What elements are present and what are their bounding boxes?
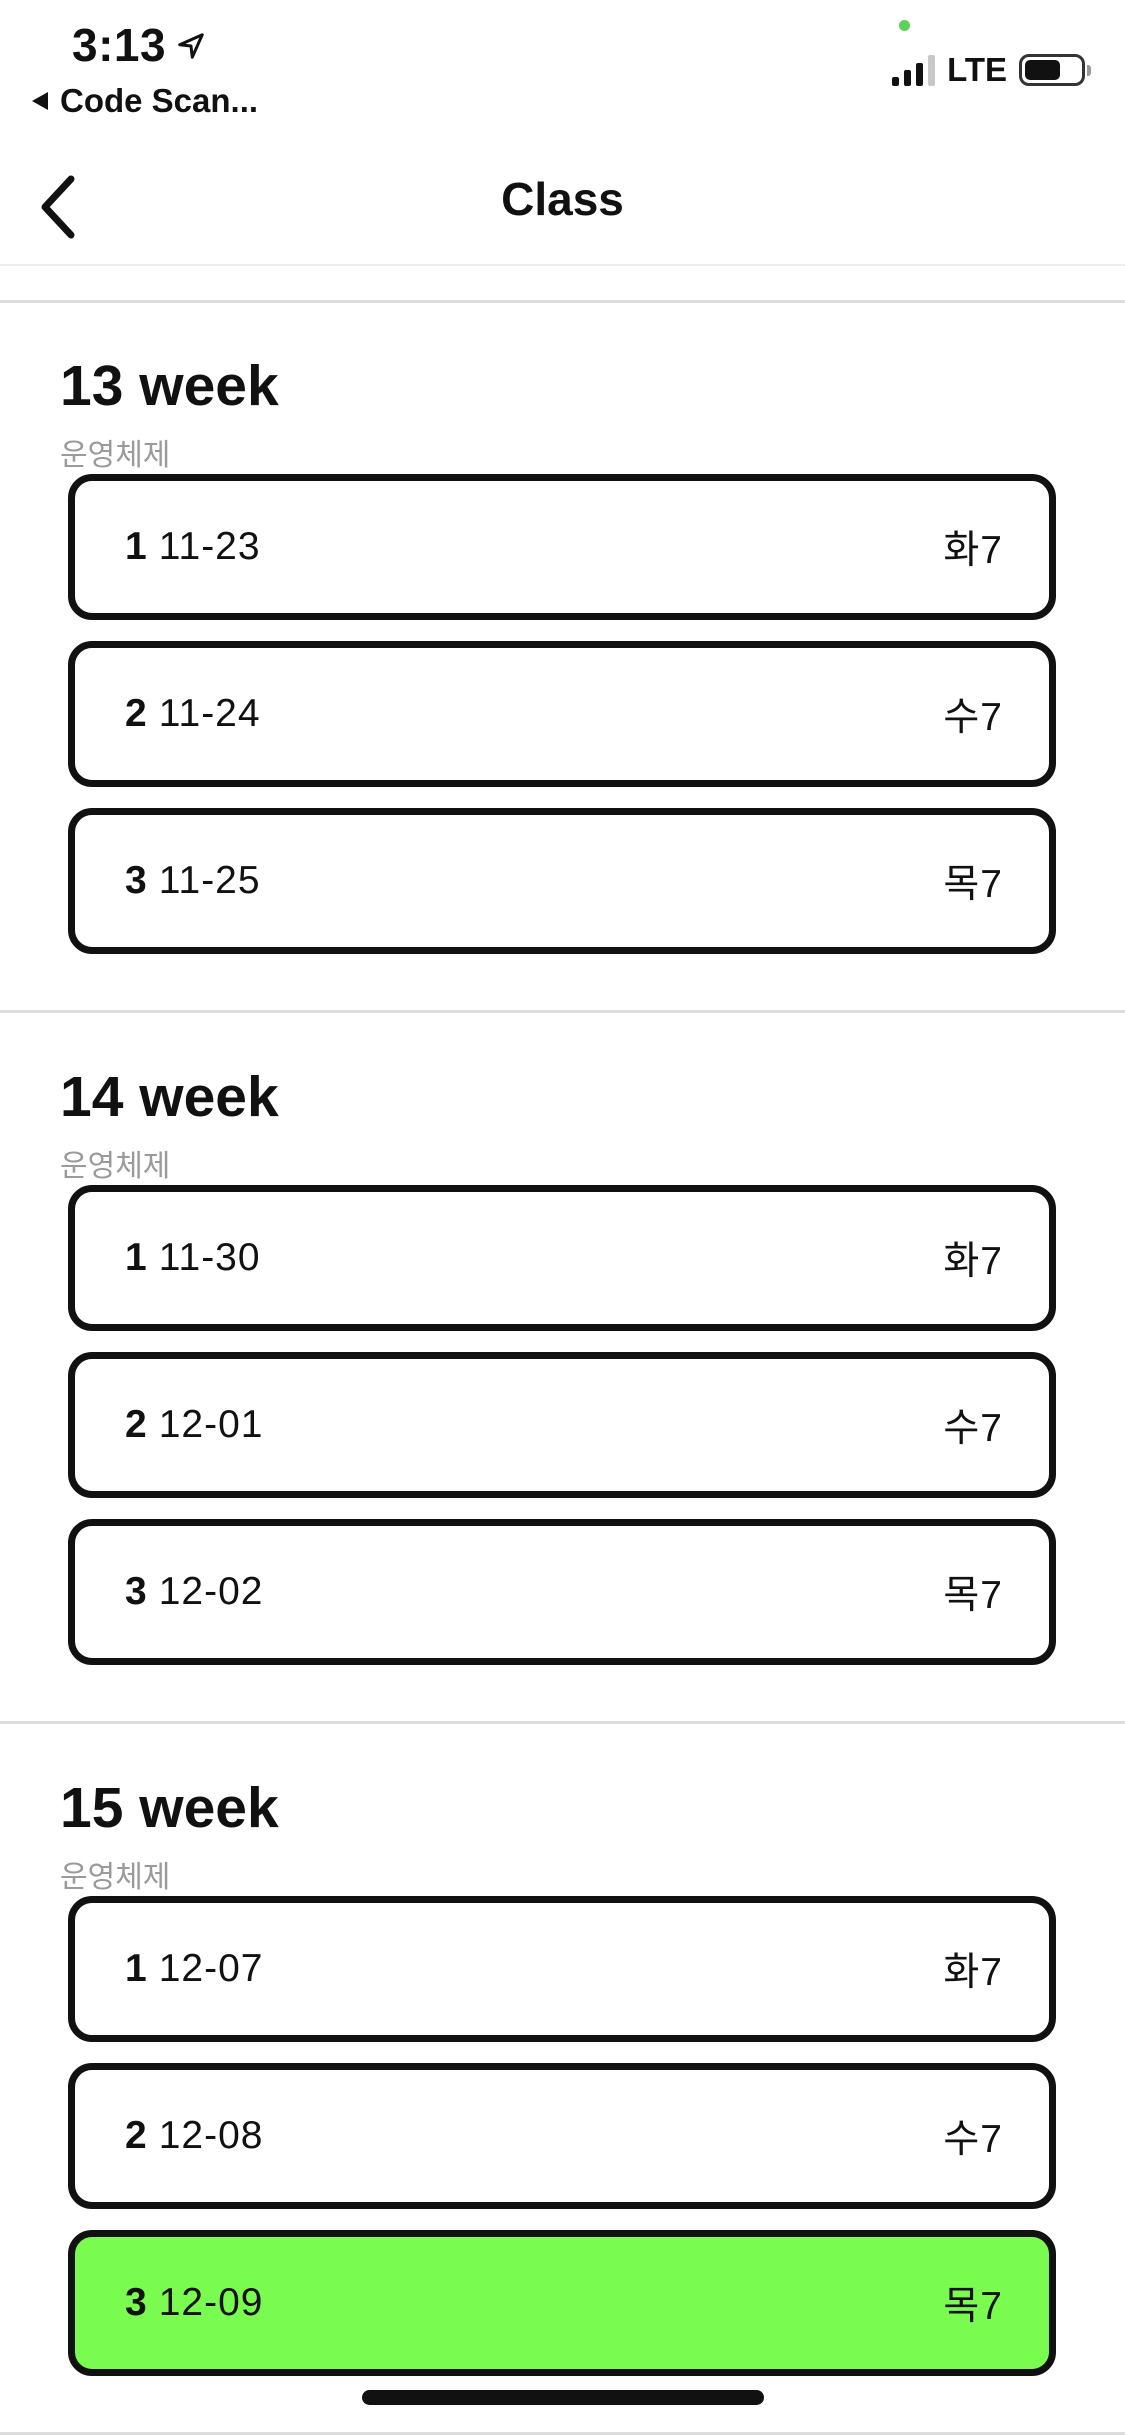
class-day: 목7 <box>943 2285 1003 2328</box>
class-number: 1 <box>125 1236 147 1279</box>
class-number: 1 <box>125 1947 147 1990</box>
week-subtitle: 운영체제 <box>60 1150 171 1183</box>
location-arrow-icon <box>176 18 206 72</box>
back-triangle-icon <box>30 82 50 120</box>
class-day: 화7 <box>943 529 1003 572</box>
class-card[interactable]: 3 12-02 목7 <box>68 1519 1056 1665</box>
class-date: 11-24 <box>158 692 261 735</box>
class-number: 1 <box>125 525 147 568</box>
class-card-selected[interactable]: 3 12-09 목7 <box>68 2230 1056 2376</box>
home-indicator[interactable] <box>362 2390 764 2405</box>
divider <box>0 1721 1125 1724</box>
status-time: 3:13 <box>72 18 206 72</box>
class-card[interactable]: 1 12-07 화7 <box>68 1896 1056 2042</box>
class-date: 12-08 <box>158 2114 264 2157</box>
class-date: 11-23 <box>158 525 261 568</box>
back-app-label: Code Scan... <box>60 82 259 119</box>
status-indicators: LTE <box>892 50 1091 90</box>
screen: 3:13 Code Scan... LTE Class 13 week 운영체제… <box>0 0 1125 2436</box>
class-day: 화7 <box>943 1951 1003 1994</box>
page-title: Class <box>501 173 624 225</box>
week-title: 15 week <box>60 1776 279 1840</box>
class-card[interactable]: 3 11-25 목7 <box>68 808 1056 954</box>
class-card[interactable]: 2 12-08 수7 <box>68 2063 1056 2209</box>
class-date: 11-30 <box>158 1236 261 1279</box>
class-number: 3 <box>125 1570 147 1613</box>
divider <box>0 300 1125 303</box>
class-date: 12-02 <box>158 1570 264 1613</box>
class-day: 수7 <box>943 696 1003 739</box>
class-day: 목7 <box>943 1574 1003 1617</box>
status-time-text: 3:13 <box>72 19 167 71</box>
class-day: 수7 <box>943 1407 1003 1450</box>
class-number: 3 <box>125 859 147 902</box>
week-subtitle: 운영체제 <box>60 1861 171 1894</box>
class-card[interactable]: 1 11-23 화7 <box>68 474 1056 620</box>
week-title: 14 week <box>60 1065 279 1129</box>
class-card[interactable]: 1 11-30 화7 <box>68 1185 1056 1331</box>
signal-icon <box>892 54 936 86</box>
divider <box>0 1010 1125 1013</box>
class-date: 12-07 <box>158 1947 264 1990</box>
class-card[interactable]: 2 12-01 수7 <box>68 1352 1056 1498</box>
week-title: 13 week <box>60 354 279 418</box>
battery-icon <box>1019 54 1091 86</box>
class-card[interactable]: 2 11-24 수7 <box>68 641 1056 787</box>
class-date: 12-09 <box>158 2281 264 2324</box>
divider <box>0 2432 1125 2435</box>
network-label: LTE <box>947 51 1007 88</box>
class-day: 목7 <box>943 863 1003 906</box>
class-number: 2 <box>125 2114 147 2157</box>
class-number: 2 <box>125 1403 147 1446</box>
class-day: 화7 <box>943 1240 1003 1283</box>
class-date: 12-01 <box>158 1403 264 1446</box>
privacy-indicator-dot <box>899 20 910 31</box>
class-date: 11-25 <box>158 859 261 902</box>
week-subtitle: 운영체제 <box>60 439 171 472</box>
class-number: 2 <box>125 692 147 735</box>
back-to-app-link[interactable]: Code Scan... <box>30 82 258 120</box>
class-number: 3 <box>125 2281 147 2324</box>
class-day: 수7 <box>943 2118 1003 2161</box>
nav-bar: Class <box>0 150 1125 266</box>
